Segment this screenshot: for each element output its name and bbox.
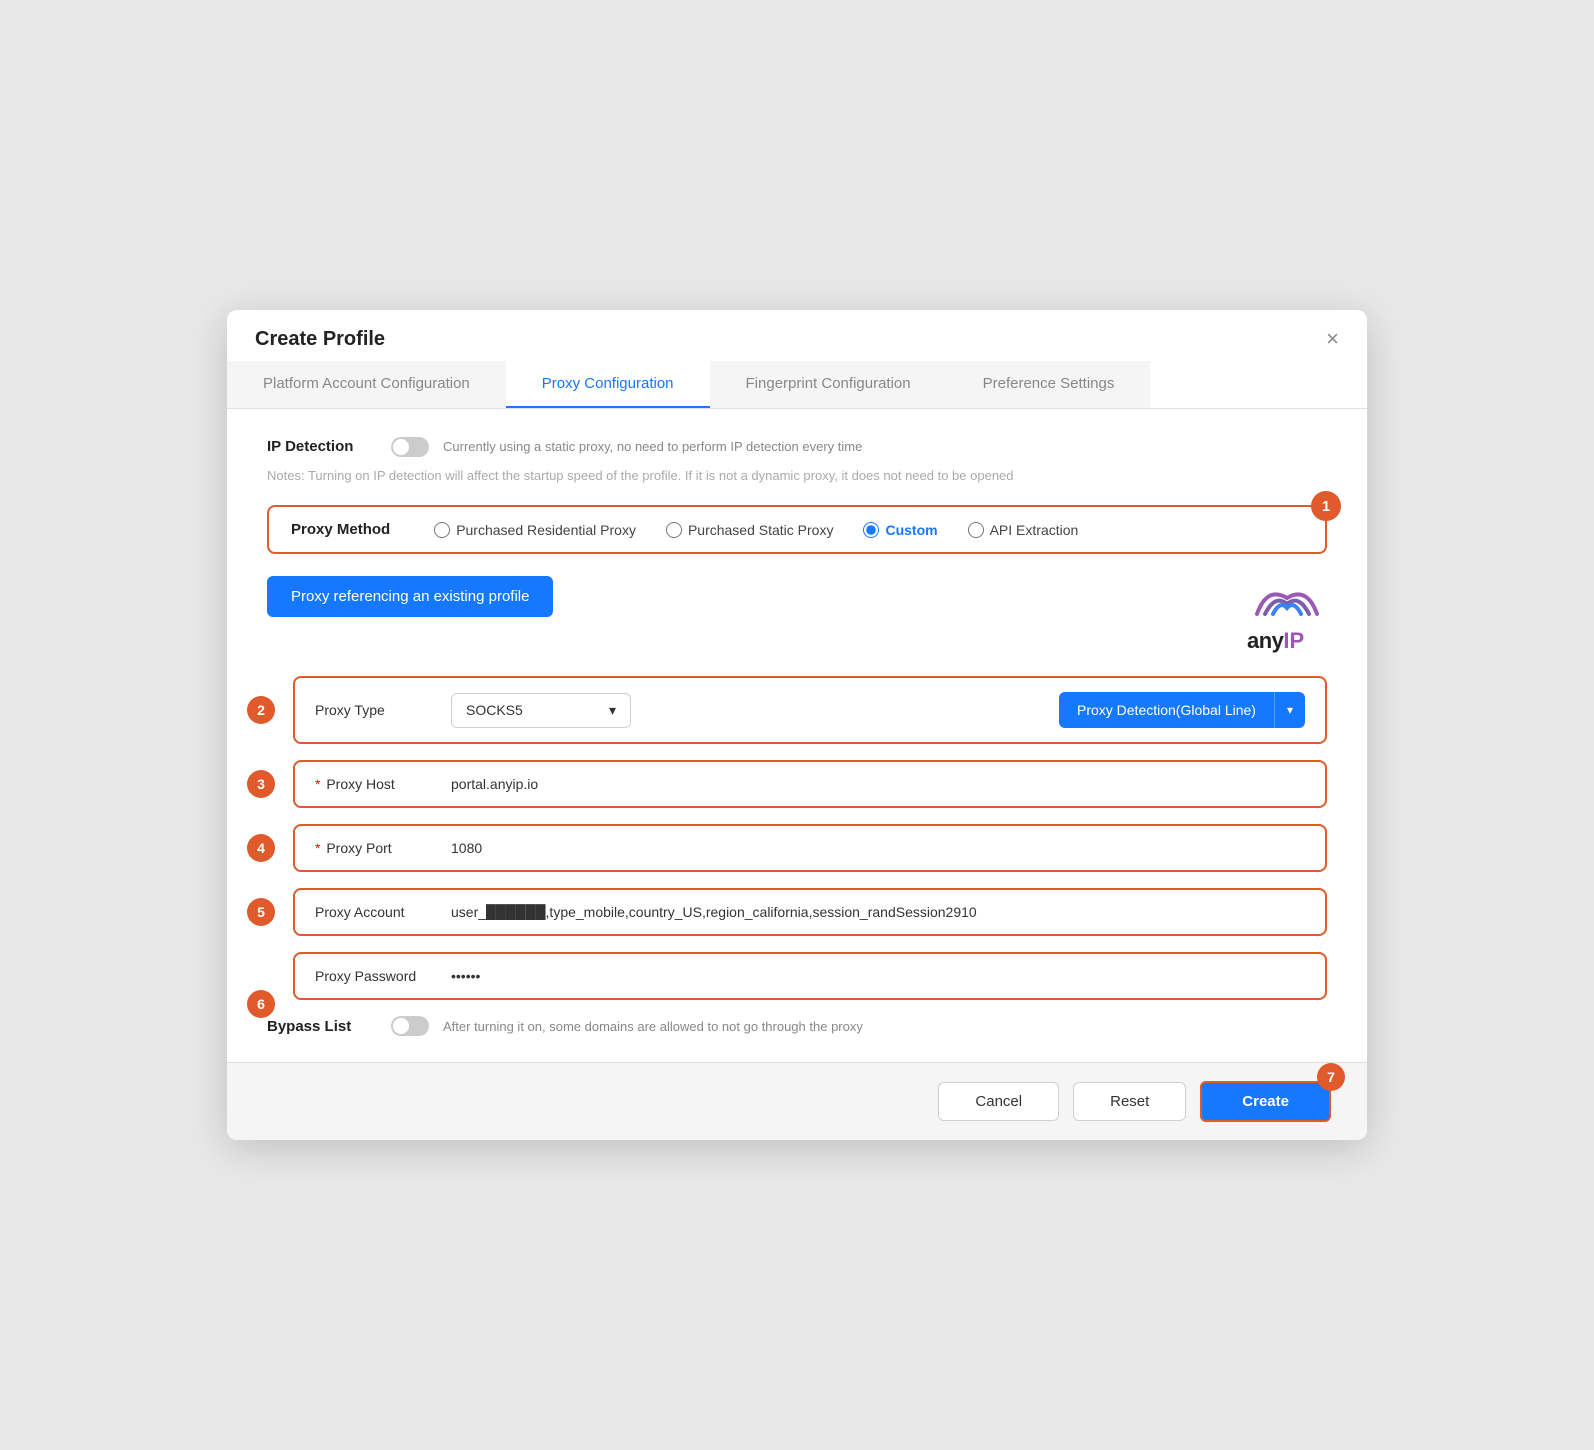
proxy-port-label: * Proxy Port: [315, 840, 435, 856]
tab-platform-account[interactable]: Platform Account Configuration: [227, 361, 506, 408]
ip-detection-desc: Currently using a static proxy, no need …: [443, 439, 862, 454]
dialog-title-bar: Create Profile ×: [227, 310, 1367, 361]
proxy-account-label: Proxy Account: [315, 904, 435, 920]
anyip-logo: anyIP: [1247, 576, 1327, 654]
tab-fingerprint[interactable]: Fingerprint Configuration: [710, 361, 947, 408]
proxy-host-section: 3 * Proxy Host: [267, 760, 1327, 808]
proxy-detection-dropdown-icon[interactable]: ▾: [1275, 693, 1305, 727]
ip-detection-notes: Notes: Turning on IP detection will affe…: [267, 465, 1327, 487]
proxy-type-chevron-icon: ▾: [609, 702, 616, 719]
bypass-list-toggle[interactable]: [391, 1016, 429, 1036]
proxy-ref-section: Proxy referencing an existing profile an…: [267, 576, 1327, 654]
required-star-port: *: [315, 840, 320, 856]
tab-preference-settings[interactable]: Preference Settings: [947, 361, 1151, 408]
proxy-method-label: Proxy Method: [291, 521, 390, 538]
proxy-method-box: Proxy Method Purchased Residential Proxy…: [267, 505, 1327, 554]
cancel-button[interactable]: Cancel: [938, 1082, 1059, 1121]
bypass-list-label: Bypass List: [267, 1018, 377, 1035]
proxy-password-label: Proxy Password: [315, 968, 435, 984]
proxy-detection-label: Proxy Detection(Global Line): [1059, 692, 1275, 728]
close-button[interactable]: ×: [1326, 328, 1339, 350]
proxy-type-select[interactable]: SOCKS5 ▾: [451, 693, 631, 728]
proxy-account-section: 5 Proxy Account: [267, 888, 1327, 936]
tabs-bar: Platform Account Configuration Proxy Con…: [227, 361, 1367, 409]
radio-label-api: API Extraction: [990, 522, 1079, 538]
tab-proxy-configuration[interactable]: Proxy Configuration: [506, 361, 710, 408]
required-star-host: *: [315, 776, 320, 792]
create-btn-wrap: 7 Create: [1200, 1081, 1331, 1122]
proxy-port-input[interactable]: [451, 840, 1305, 856]
radio-label-custom: Custom: [885, 522, 937, 538]
radio-label-residential: Purchased Residential Proxy: [456, 522, 636, 538]
create-profile-dialog: Create Profile × Platform Account Config…: [227, 310, 1367, 1140]
step-badge-3: 3: [247, 770, 275, 798]
proxy-password-input[interactable]: [451, 968, 1305, 984]
anyip-ip-text: IP: [1283, 628, 1304, 654]
anyip-arc-svg: [1247, 576, 1327, 631]
radio-label-static: Purchased Static Proxy: [688, 522, 834, 538]
step-badge-6: 6: [247, 990, 275, 1018]
bypass-list-section: Bypass List After turning it on, some do…: [267, 1016, 1327, 1036]
create-button[interactable]: Create: [1200, 1081, 1331, 1122]
proxy-password-box: Proxy Password: [293, 952, 1327, 1000]
radio-api-extraction[interactable]: API Extraction: [968, 522, 1079, 538]
anyip-text: any: [1247, 628, 1283, 654]
proxy-port-box: * Proxy Port: [293, 824, 1327, 872]
step-badge-4: 4: [247, 834, 275, 862]
radio-custom[interactable]: Custom: [863, 522, 937, 538]
dialog-title: Create Profile: [255, 328, 385, 351]
proxy-port-section: 4 * Proxy Port: [267, 824, 1327, 872]
proxy-type-section: 2 Proxy Type SOCKS5 ▾ Proxy Detection(Gl…: [267, 676, 1327, 744]
reset-button[interactable]: Reset: [1073, 1082, 1186, 1121]
proxy-host-box: * Proxy Host: [293, 760, 1327, 808]
ip-detection-toggle[interactable]: [391, 437, 429, 457]
dialog-footer: Cancel Reset 7 Create: [227, 1062, 1367, 1140]
proxy-account-input[interactable]: [451, 904, 1305, 920]
proxy-detection-button[interactable]: Proxy Detection(Global Line) ▾: [1059, 692, 1305, 728]
step-badge-2: 2: [247, 696, 275, 724]
proxy-method-section: Proxy Method Purchased Residential Proxy…: [267, 505, 1327, 554]
proxy-account-box: Proxy Account: [293, 888, 1327, 936]
proxy-ref-button[interactable]: Proxy referencing an existing profile: [267, 576, 553, 617]
ip-detection-row: IP Detection Currently using a static pr…: [267, 437, 1327, 457]
proxy-type-value: SOCKS5: [466, 702, 523, 718]
anyip-logo-graphic: anyIP: [1247, 576, 1327, 654]
radio-purchased-static[interactable]: Purchased Static Proxy: [666, 522, 834, 538]
proxy-password-section: 6 Proxy Password: [267, 952, 1327, 1000]
proxy-host-label: * Proxy Host: [315, 776, 435, 792]
radio-purchased-residential[interactable]: Purchased Residential Proxy: [434, 522, 636, 538]
step-badge-5: 5: [247, 898, 275, 926]
bypass-list-desc: After turning it on, some domains are al…: [443, 1019, 863, 1034]
ip-detection-label: IP Detection: [267, 438, 377, 455]
proxy-type-label: Proxy Type: [315, 702, 435, 718]
dialog-content: IP Detection Currently using a static pr…: [227, 409, 1367, 1062]
proxy-type-box: Proxy Type SOCKS5 ▾ Proxy Detection(Glob…: [293, 676, 1327, 744]
step-badge-7: 7: [1317, 1063, 1345, 1091]
step-badge-1: 1: [1311, 491, 1341, 521]
proxy-host-input[interactable]: [451, 776, 1305, 792]
